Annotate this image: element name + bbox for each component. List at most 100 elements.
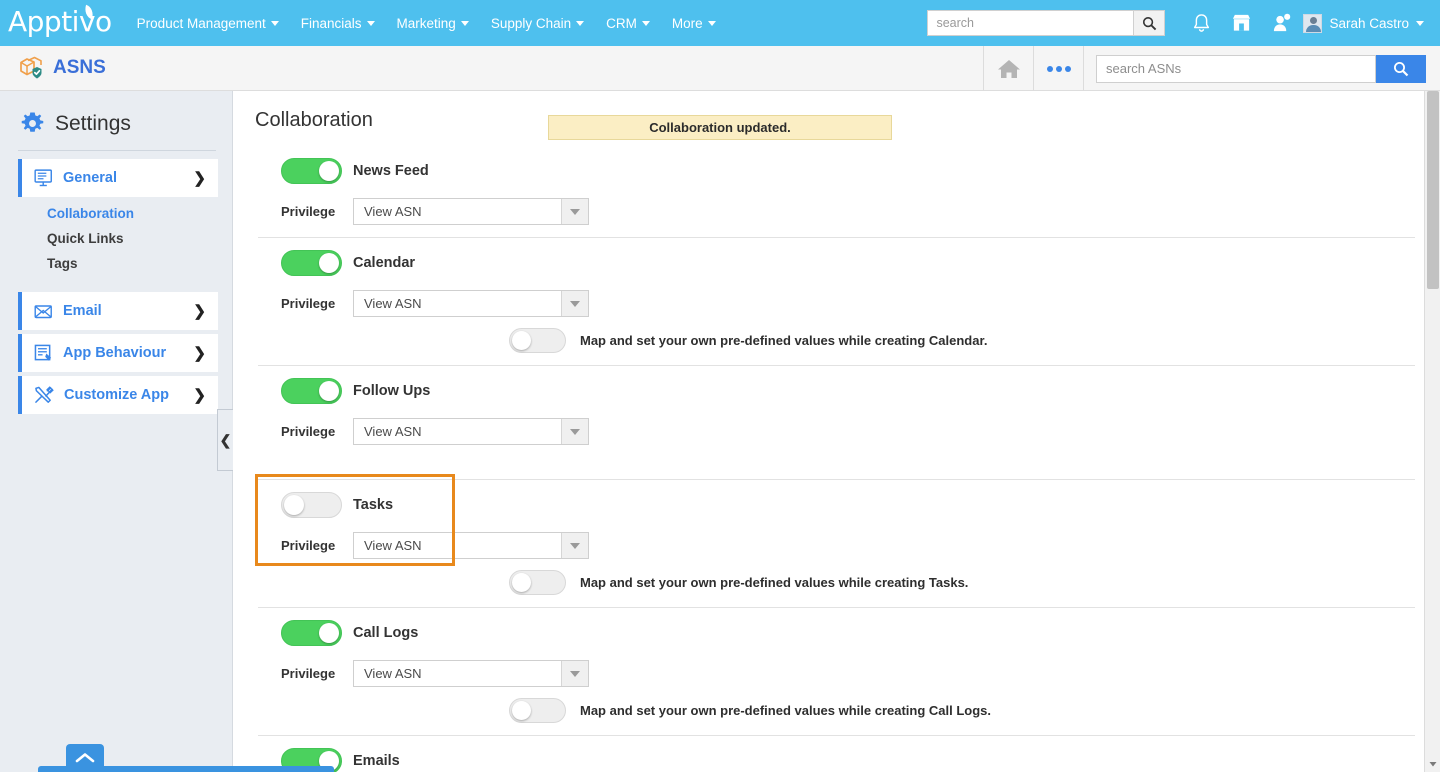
scrollbar-thumb[interactable]	[1427, 91, 1439, 289]
section-title: Tasks	[353, 497, 394, 513]
toggle-knob	[512, 701, 531, 720]
privilege-label: Privilege	[281, 666, 336, 681]
envelope-icon	[34, 305, 52, 319]
nav-label: Marketing	[396, 15, 456, 31]
privilege-label: Privilege	[281, 424, 336, 439]
workspace: Settings General ❯ Collaboration Quick L…	[0, 91, 1440, 772]
section-title: Calendar	[353, 255, 416, 271]
sidebar-item-general[interactable]: General ❯	[18, 159, 218, 197]
privilege-select-tasks[interactable]: View ASN	[353, 532, 589, 559]
toggle-map-values-calendar[interactable]	[509, 328, 566, 353]
chevron-right-icon: ❯	[193, 345, 206, 362]
collaboration-section-call-logs: Call Logs Privilege View ASN Map and set…	[258, 608, 1415, 736]
apptivo-logo[interactable]: Apptivo	[8, 4, 112, 39]
settings-header: Settings	[0, 111, 232, 136]
scroll-to-top-button[interactable]	[66, 744, 104, 772]
chevron-right-icon: ❯	[193, 387, 206, 404]
sidebar-item-tags[interactable]: Tags	[0, 251, 232, 276]
nav-item-marketing[interactable]: Marketing	[386, 0, 480, 46]
privilege-value: View ASN	[364, 666, 422, 681]
toggle-knob	[319, 623, 339, 643]
collaboration-section-emails: Emails	[258, 736, 1415, 772]
toggle-calendar[interactable]	[281, 250, 342, 276]
settings-sidebar: Settings General ❯ Collaboration Quick L…	[0, 91, 334, 772]
chevron-down-icon	[270, 20, 279, 26]
collaboration-section-calendar: Calendar Privilege View ASN Map and set …	[258, 238, 1415, 366]
privilege-label: Privilege	[281, 204, 336, 219]
toggle-follow-ups[interactable]	[281, 378, 342, 404]
privilege-select-news-feed[interactable]: View ASN	[353, 198, 589, 225]
search-icon	[1142, 16, 1157, 30]
sidebar-item-customize-app[interactable]: Customize App ❯	[18, 376, 218, 414]
search-icon	[1394, 61, 1409, 76]
scrollbar-down-arrow[interactable]	[1425, 756, 1440, 772]
sidebar-item-email[interactable]: Email ❯	[18, 292, 218, 330]
form-icon	[34, 344, 52, 361]
privilege-select-calendar[interactable]: View ASN	[353, 290, 589, 317]
nav-item-crm[interactable]: CRM	[595, 0, 661, 46]
sidebar-item-collaboration[interactable]: Collaboration	[0, 201, 232, 226]
sidebar-subitems: Collaboration Quick Links Tags	[0, 201, 232, 276]
user-menu[interactable]: Sarah Castro	[1301, 0, 1430, 46]
home-icon	[997, 59, 1020, 78]
top-navigation-right: Sarah Castro	[927, 0, 1430, 46]
chevron-up-icon	[75, 753, 95, 763]
privilege-value: View ASN	[364, 296, 422, 311]
app-toolbar: ASNS Collaboration updated.	[0, 46, 1440, 140]
collaboration-section-news-feed: News Feed Privilege View ASN	[258, 146, 1415, 238]
nav-item-product-management[interactable]: Product Management	[126, 0, 290, 46]
app-title: ASNS	[18, 56, 106, 80]
section-title: Follow Ups	[353, 383, 431, 399]
sidebar-item-app-behaviour[interactable]: App Behaviour ❯	[18, 334, 218, 372]
settings-title: Settings	[55, 111, 131, 135]
toggle-news-feed[interactable]	[281, 158, 342, 184]
main-menu: Product Management Financials Marketing …	[126, 0, 727, 46]
toggle-map-values-call-logs[interactable]	[509, 698, 566, 723]
privilege-label: Privilege	[281, 296, 336, 311]
notifications-button[interactable]	[1181, 0, 1221, 46]
toggle-map-values-tasks[interactable]	[509, 570, 566, 595]
chevron-down-icon	[561, 199, 588, 224]
chevron-down-icon	[576, 20, 585, 26]
global-search-input[interactable]	[927, 10, 1134, 36]
global-search	[927, 10, 1166, 36]
more-options-button[interactable]	[1033, 46, 1083, 91]
sidebar-item-label: Email	[63, 303, 102, 319]
store-icon	[1232, 14, 1251, 31]
nav-item-supply-chain[interactable]: Supply Chain	[480, 0, 595, 46]
asn-search-input[interactable]	[1096, 54, 1376, 83]
marketplace-button[interactable]	[1221, 0, 1261, 46]
asn-package-icon	[18, 56, 44, 80]
nav-label: CRM	[606, 15, 637, 31]
toast-message: Collaboration updated.	[649, 120, 791, 135]
toggle-call-logs[interactable]	[281, 620, 342, 646]
ellipsis-icon	[1046, 65, 1071, 72]
chevron-down-icon	[366, 20, 375, 26]
chevron-right-icon: ❯	[193, 303, 206, 320]
map-values-label: Map and set your own pre-defined values …	[580, 333, 988, 348]
nav-label: Product Management	[136, 15, 266, 31]
gear-icon	[21, 112, 44, 132]
privilege-value: View ASN	[364, 424, 422, 439]
chevron-down-icon	[460, 20, 469, 26]
chevron-down-icon	[707, 20, 716, 26]
home-button[interactable]	[983, 46, 1033, 91]
asn-search-button[interactable]	[1376, 54, 1426, 83]
privilege-select-call-logs[interactable]: View ASN	[353, 660, 589, 687]
nav-label: More	[671, 15, 703, 31]
nav-item-financials[interactable]: Financials	[290, 0, 386, 46]
toggle-tasks[interactable]	[281, 492, 342, 518]
nav-item-more[interactable]: More	[661, 0, 727, 46]
toggle-knob	[319, 161, 339, 181]
caret-down-icon	[1429, 762, 1437, 767]
contacts-button[interactable]	[1261, 0, 1301, 46]
global-search-button[interactable]	[1133, 10, 1166, 36]
privilege-select-follow-ups[interactable]: View ASN	[353, 418, 589, 445]
chevron-down-icon	[561, 291, 588, 316]
map-values-row-calendar: Map and set your own pre-defined values …	[258, 328, 1415, 353]
map-values-label: Map and set your own pre-defined values …	[580, 703, 992, 718]
main-scrollbar[interactable]	[1424, 91, 1440, 772]
sidebar-item-quick-links[interactable]: Quick Links	[0, 226, 232, 251]
sidebar-collapse-handle[interactable]: ❮	[217, 409, 233, 471]
toggle-knob	[319, 381, 339, 401]
